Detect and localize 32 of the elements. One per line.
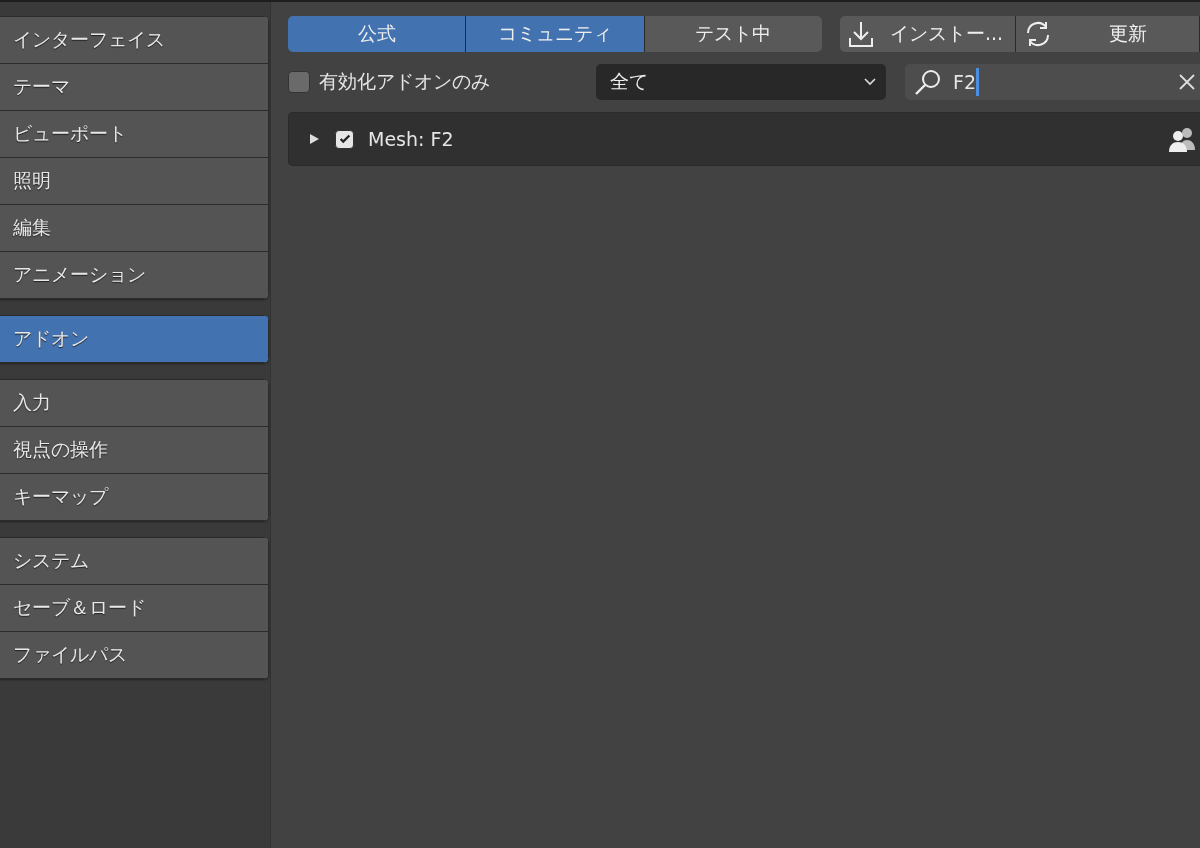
sidebar-item[interactable]: キーマップ <box>0 473 269 521</box>
install-button[interactable]: インストー... <box>840 16 1016 52</box>
sidebar-item[interactable]: 照明 <box>0 157 269 205</box>
sidebar-item[interactable]: 編集 <box>0 204 269 252</box>
filter-tab[interactable]: 公式 <box>288 16 467 52</box>
refresh-button[interactable]: 更新 <box>1016 16 1200 52</box>
sidebar-item[interactable]: ビューポート <box>0 110 269 158</box>
sidebar-item[interactable]: テーマ <box>0 63 269 111</box>
sidebar-item[interactable]: インターフェイス <box>0 16 269 64</box>
close-icon[interactable] <box>1178 73 1196 91</box>
filter-tab[interactable]: テスト中 <box>644 16 822 52</box>
chevron-down-icon <box>864 78 876 86</box>
checkbox[interactable] <box>288 71 310 93</box>
filter-tab[interactable]: コミュニティ <box>466 16 645 52</box>
expand-arrow-icon[interactable] <box>307 132 321 146</box>
search-icon <box>913 67 943 97</box>
checkbox-label: 有効化アドオンのみ <box>319 69 490 94</box>
sidebar-item[interactable]: 視点の操作 <box>0 426 269 474</box>
sidebar-item[interactable]: システム <box>0 537 269 585</box>
sidebar-item[interactable]: 入力 <box>0 379 269 427</box>
sidebar-item[interactable]: アドオン <box>0 315 269 363</box>
checkmark-icon <box>337 132 352 146</box>
sidebar-item[interactable]: アニメーション <box>0 251 269 299</box>
download-icon <box>848 20 874 48</box>
users-icon <box>1168 126 1196 152</box>
category-dropdown[interactable]: 全て <box>596 64 886 100</box>
addon-checkbox[interactable] <box>335 129 354 149</box>
refresh-icon <box>1024 20 1052 48</box>
sidebar-item[interactable]: セーブ＆ロード <box>0 584 269 632</box>
search-field[interactable]: F2 <box>905 64 1200 100</box>
sidebar-item[interactable]: ファイルパス <box>0 631 269 679</box>
addon-name: Mesh: F2 <box>368 128 455 150</box>
